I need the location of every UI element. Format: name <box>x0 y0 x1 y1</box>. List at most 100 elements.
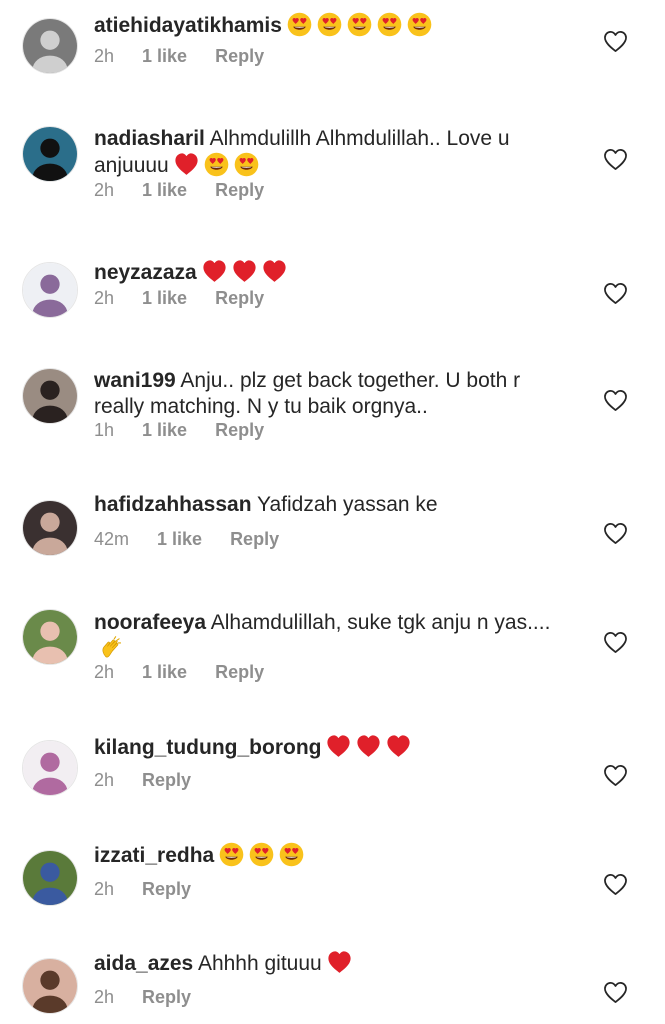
red-heart-emoji-icon <box>174 152 199 177</box>
comment-text: hafidzahhassan Yafidzah yassan ke <box>94 492 564 518</box>
comment-meta: 2h Reply <box>94 879 191 900</box>
comment-body: kilang_tudung_borong <box>94 734 564 761</box>
heart-eyes-emoji-icon <box>287 12 312 37</box>
comment-message: Alhamdulillah, suke tgk anju n yas.... <box>210 611 551 634</box>
comment-body: aida_azes Ahhhh gituuu <box>94 950 564 977</box>
comment-message: Ahhhh gituuu <box>197 952 322 975</box>
avatar[interactable] <box>22 609 78 665</box>
comment-body: hafidzahhassan Yafidzah yassan ke <box>94 492 564 518</box>
comment-text: kilang_tudung_borong <box>94 734 564 761</box>
like-count-link[interactable]: 1 like <box>142 420 187 441</box>
username-link[interactable]: nadiasharil <box>94 127 205 150</box>
comment-meta: 42m 1 like Reply <box>94 529 279 550</box>
comment-text: izzati_redha <box>94 842 564 869</box>
username-link[interactable]: atiehidayatikhamis <box>94 14 282 37</box>
heart-eyes-emoji-icon <box>317 12 342 37</box>
heart-eyes-emoji-icon <box>204 152 229 177</box>
username-link[interactable]: izzati_redha <box>94 844 214 867</box>
like-count-link[interactable]: 1 like <box>142 288 187 309</box>
red-heart-emoji-icon <box>386 734 411 759</box>
comment-text: nadiasharil Alhmdulillh Alhmdulillah.. L… <box>94 126 564 179</box>
heart-eyes-emoji-icon <box>279 842 304 867</box>
like-heart-icon[interactable] <box>603 764 628 787</box>
heart-eyes-emoji-icon <box>377 12 402 37</box>
comment-meta: 2h 1 like Reply <box>94 662 264 683</box>
heart-eyes-emoji-icon <box>407 12 432 37</box>
avatar[interactable] <box>22 850 78 906</box>
comment-body: wani199 Anju.. plz get back together. U … <box>94 368 564 420</box>
comment-meta: 2h Reply <box>94 987 191 1008</box>
like-heart-icon[interactable] <box>603 282 628 305</box>
heart-eyes-emoji-icon <box>347 12 372 37</box>
avatar[interactable] <box>22 126 78 182</box>
avatar[interactable] <box>22 262 78 318</box>
reply-button[interactable]: Reply <box>215 662 264 683</box>
avatar[interactable] <box>22 740 78 796</box>
heart-eyes-emoji-icon <box>234 152 259 177</box>
like-heart-icon[interactable] <box>603 522 628 545</box>
username-link[interactable]: hafidzahhassan <box>94 493 252 516</box>
reply-button[interactable]: Reply <box>142 879 191 900</box>
username-link[interactable]: aida_azes <box>94 952 193 975</box>
avatar[interactable] <box>22 368 78 424</box>
timestamp: 2h <box>94 180 115 200</box>
comments-screen: { "comments": [ { "username": "atiehiday… <box>0 0 665 1024</box>
comment-meta: 2h 1 like Reply <box>94 180 264 201</box>
comment-body: noorafeeya Alhamdulillah, suke tgk anju … <box>94 610 564 663</box>
avatar[interactable] <box>22 18 78 74</box>
reply-button[interactable]: Reply <box>215 288 264 309</box>
red-heart-emoji-icon <box>356 734 381 759</box>
timestamp: 2h <box>94 288 115 308</box>
like-heart-icon[interactable] <box>603 981 628 1004</box>
reply-button[interactable]: Reply <box>215 180 264 201</box>
reply-button[interactable]: Reply <box>215 420 264 441</box>
username-link[interactable]: neyzazaza <box>94 261 197 284</box>
timestamp: 2h <box>94 879 115 899</box>
comment-meta: 2h Reply <box>94 770 191 791</box>
comment-meta: 2h 1 like Reply <box>94 288 264 309</box>
timestamp: 2h <box>94 662 115 682</box>
timestamp: 2h <box>94 770 115 790</box>
like-count-link[interactable]: 1 like <box>157 529 202 550</box>
like-count-link[interactable]: 1 like <box>142 46 187 67</box>
like-heart-icon[interactable] <box>603 389 628 412</box>
comment-text: wani199 Anju.. plz get back together. U … <box>94 368 564 420</box>
avatar[interactable] <box>22 958 78 1014</box>
red-heart-emoji-icon <box>327 950 352 975</box>
comment-meta: 2h 1 like Reply <box>94 46 264 67</box>
like-count-link[interactable]: 1 like <box>142 662 187 683</box>
red-heart-emoji-icon <box>202 259 227 284</box>
comment-text: noorafeeya Alhamdulillah, suke tgk anju … <box>94 610 564 663</box>
username-link[interactable]: wani199 <box>94 369 176 392</box>
comment-body: izzati_redha <box>94 842 564 869</box>
like-heart-icon[interactable] <box>603 873 628 896</box>
red-heart-emoji-icon <box>262 259 287 284</box>
comment-body: atiehidayatikhamis <box>94 12 564 39</box>
heart-eyes-emoji-icon <box>219 842 244 867</box>
timestamp: 2h <box>94 46 115 66</box>
reply-button[interactable]: Reply <box>142 987 191 1008</box>
comment-text: atiehidayatikhamis <box>94 12 564 39</box>
comment-message: Yafidzah yassan ke <box>257 493 438 516</box>
comment-text: aida_azes Ahhhh gituuu <box>94 950 564 977</box>
reply-button[interactable]: Reply <box>215 46 264 67</box>
reply-button[interactable]: Reply <box>142 770 191 791</box>
timestamp: 42m <box>94 529 130 549</box>
reply-button[interactable]: Reply <box>230 529 279 550</box>
red-heart-emoji-icon <box>326 734 351 759</box>
comment-text: neyzazaza <box>94 259 564 286</box>
username-link[interactable]: kilang_tudung_borong <box>94 736 321 759</box>
comment-meta: 1h 1 like Reply <box>94 420 264 441</box>
like-count-link[interactable]: 1 like <box>142 180 187 201</box>
clapping-hands-emoji-icon <box>99 636 124 661</box>
comment-body: neyzazaza <box>94 259 564 286</box>
red-heart-emoji-icon <box>232 259 257 284</box>
like-heart-icon[interactable] <box>603 631 628 654</box>
timestamp: 2h <box>94 987 115 1007</box>
like-heart-icon[interactable] <box>603 148 628 171</box>
username-link[interactable]: noorafeeya <box>94 611 206 634</box>
timestamp: 1h <box>94 420 115 440</box>
comment-body: nadiasharil Alhmdulillh Alhmdulillah.. L… <box>94 126 564 179</box>
like-heart-icon[interactable] <box>603 30 628 53</box>
avatar[interactable] <box>22 500 78 556</box>
